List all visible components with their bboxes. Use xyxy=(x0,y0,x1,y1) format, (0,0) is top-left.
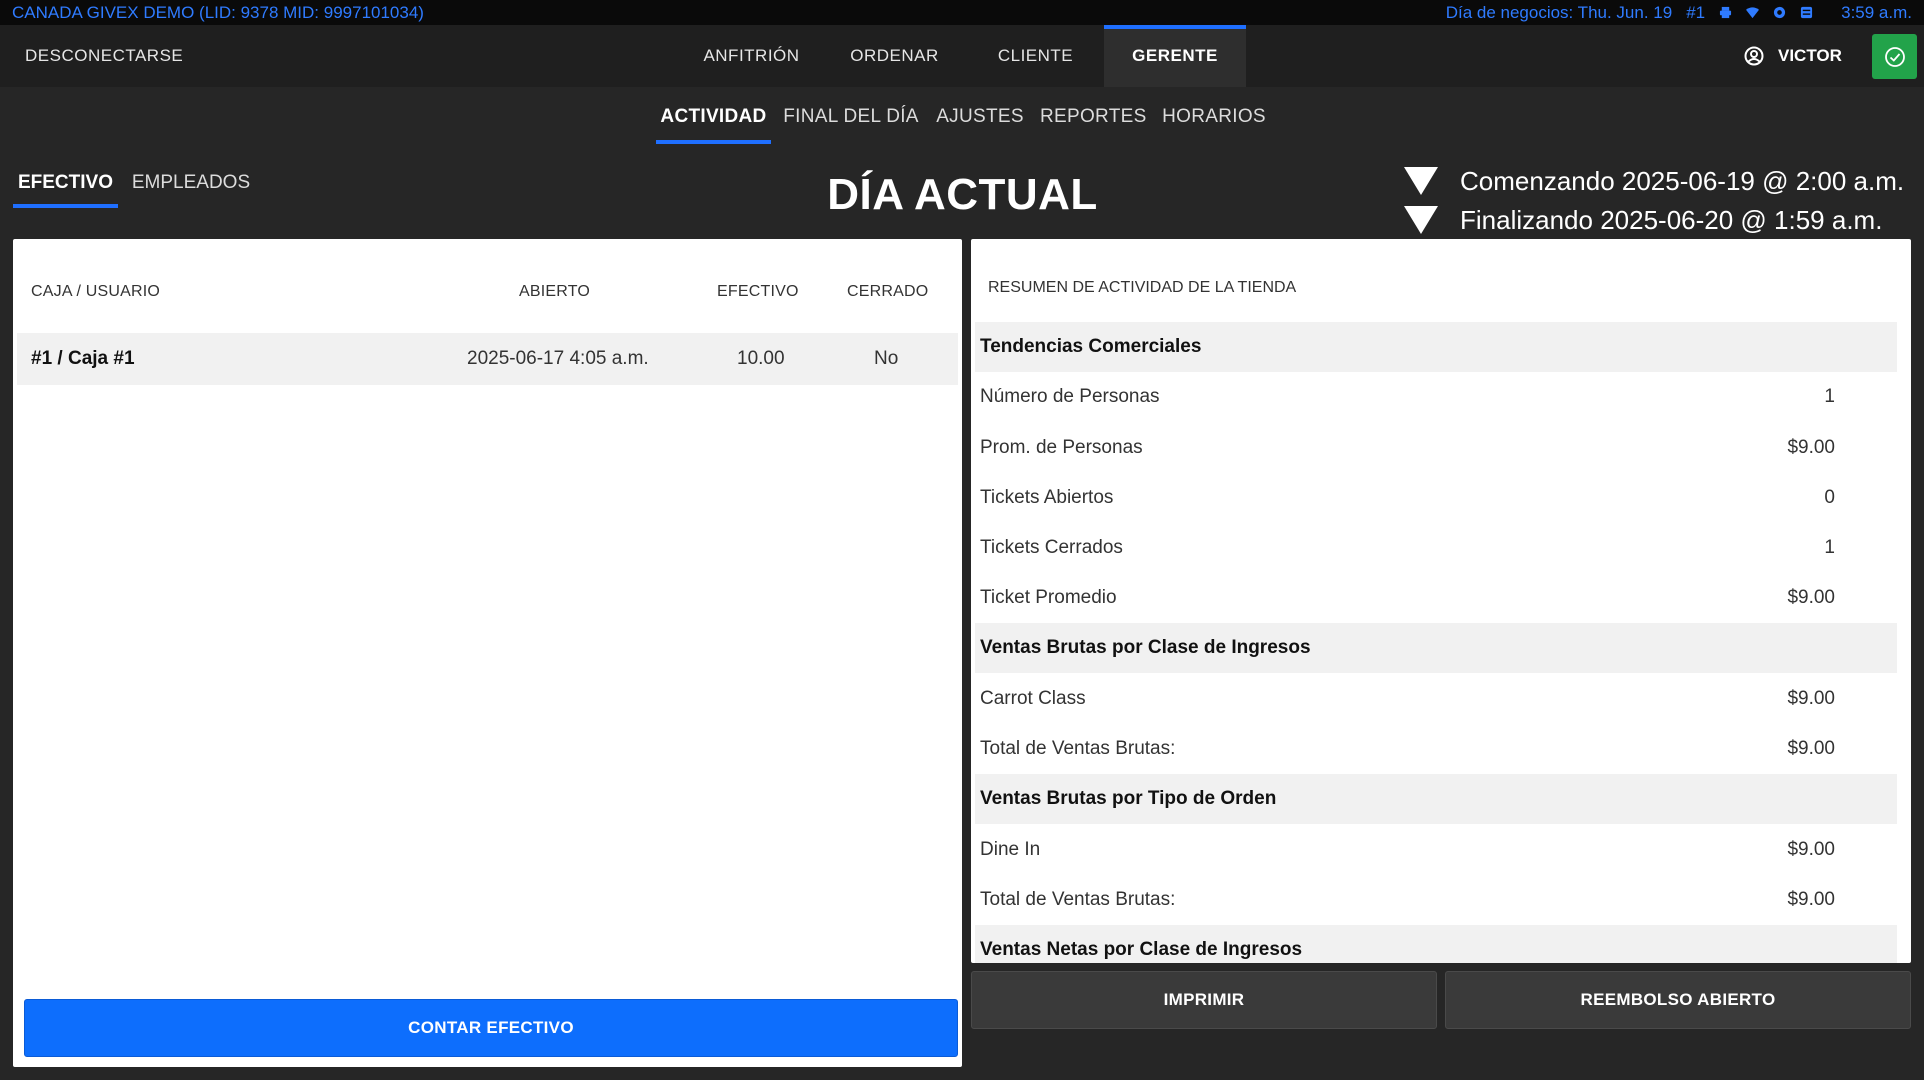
tab-host[interactable]: ANFITRIÓN xyxy=(683,25,820,87)
tab-activity[interactable]: ACTIVIDAD xyxy=(656,104,771,144)
count-cash-button[interactable]: CONTAR EFECTIVO xyxy=(24,999,958,1057)
summary-label: Prom. de Personas xyxy=(980,437,1143,458)
user-icon xyxy=(1744,46,1764,66)
table-row[interactable]: #1 / Caja #1 2025-06-17 4:05 a.m. 10.00 … xyxy=(17,333,958,385)
summary-section: Tendencias Comerciales xyxy=(975,322,1897,372)
tab-customer[interactable]: CLIENTE xyxy=(968,25,1103,87)
summary-label: Ventas Netas por Clase de Ingresos xyxy=(980,939,1303,960)
store-info: CANADA GIVEX DEMO (LID: 9378 MID: 999710… xyxy=(12,2,424,22)
col-header-closed: CERRADO xyxy=(847,283,929,300)
summary-label: Total de Ventas Brutas: xyxy=(980,738,1176,759)
summary-value: 1 xyxy=(1824,386,1835,407)
store-summary-panel[interactable]: RESUMEN DE ACTIVIDAD DE LA TIENDA Tenden… xyxy=(971,239,1911,963)
summary-label: Tickets Abiertos xyxy=(980,487,1114,508)
user-name: VICTOR xyxy=(1778,46,1842,65)
summary-section: Ventas Brutas por Clase de Ingresos xyxy=(975,623,1897,673)
tab-schedules[interactable]: HORARIOS xyxy=(1159,104,1269,144)
summary-label: Número de Personas xyxy=(980,386,1160,407)
end-date-row[interactable]: Finalizando 2025-06-20 @ 1:59 a.m. xyxy=(1404,203,1882,237)
summary-row: Prom. de Personas $9.00 xyxy=(975,423,1897,473)
clock: 3:59 a.m. xyxy=(1841,2,1912,22)
summary-value: $9.00 xyxy=(1787,587,1835,608)
summary-value: $9.00 xyxy=(1787,889,1835,910)
summary-section: Ventas Brutas por Tipo de Orden xyxy=(975,774,1897,824)
cash-cell: 10.00 xyxy=(737,348,785,369)
summary-label: Tickets Cerrados xyxy=(980,537,1123,558)
summary-row: Carrot Class $9.00 xyxy=(975,674,1897,724)
summary-label: Total de Ventas Brutas: xyxy=(980,889,1176,910)
ok-button[interactable] xyxy=(1872,34,1917,79)
col-header-register: CAJA / USUARIO xyxy=(31,283,161,300)
register-cell: #1 / Caja #1 xyxy=(31,348,135,369)
summary-label: Ticket Promedio xyxy=(980,587,1117,608)
summary-section: Ventas Netas por Clase de Ingresos xyxy=(975,925,1897,963)
col-header-opened: ABIERTO xyxy=(519,283,591,300)
opened-cell: 2025-06-17 4:05 a.m. xyxy=(467,348,649,369)
summary-label: Dine In xyxy=(980,839,1041,860)
wifi-icon xyxy=(1746,7,1760,19)
location-icon xyxy=(1774,6,1786,19)
summary-label: Ventas Brutas por Clase de Ingresos xyxy=(980,637,1311,658)
user-menu[interactable]: VICTOR xyxy=(1744,25,1842,87)
closed-cell: No xyxy=(874,348,899,369)
tab-settings[interactable]: AJUSTES xyxy=(934,104,1026,144)
print-button[interactable]: IMPRIMIR xyxy=(971,971,1437,1029)
tab-end-of-day[interactable]: FINAL DEL DÍA xyxy=(781,104,921,144)
summary-value: $9.00 xyxy=(1787,688,1835,709)
station-number: #1 xyxy=(1686,2,1706,22)
col-header-cash: EFECTIVO xyxy=(717,283,799,300)
start-date-row[interactable]: Comenzando 2025-06-19 @ 2:00 a.m. xyxy=(1404,164,1904,198)
start-date: Comenzando 2025-06-19 @ 2:00 a.m. xyxy=(1460,165,1905,196)
page-title: DÍA ACTUAL xyxy=(827,170,1098,219)
printer-icon xyxy=(1720,6,1732,19)
summary-value: $9.00 xyxy=(1787,839,1835,860)
summary-row: Ticket Promedio $9.00 xyxy=(975,573,1897,623)
summary-value: $9.00 xyxy=(1787,437,1835,458)
end-date: Finalizando 2025-06-20 @ 1:59 a.m. xyxy=(1460,204,1883,235)
business-day: Día de negocios: Thu. Jun. 19 xyxy=(1445,2,1673,22)
chevron-down-icon xyxy=(1404,167,1438,195)
tab-reports[interactable]: REPORTES xyxy=(1040,104,1146,144)
chevron-down-icon xyxy=(1404,206,1438,234)
status-bar: CANADA GIVEX DEMO (LID: 9378 MID: 999710… xyxy=(0,0,1924,25)
summary-title: RESUMEN DE ACTIVIDAD DE LA TIENDA xyxy=(988,279,1297,296)
summary-label: Carrot Class xyxy=(980,688,1086,709)
summary-row: Tickets Abiertos 0 xyxy=(975,473,1897,523)
status-right: Día de negocios: Thu. Jun. 19 #1 3:59 a.… xyxy=(1446,3,1912,23)
top-nav: DESCONECTARSE ANFITRIÓN ORDENAR CLIENTE … xyxy=(0,25,1924,87)
summary-value: $9.00 xyxy=(1787,738,1835,759)
database-icon xyxy=(1801,6,1813,19)
summary-label: Tendencias Comerciales xyxy=(980,336,1202,357)
tab-employees[interactable]: EMPLEADOS xyxy=(129,170,253,208)
check-circle-icon xyxy=(1884,46,1905,67)
cash-panel: CAJA / USUARIO ABIERTO EFECTIVO CERRADO … xyxy=(13,239,962,1067)
summary-label: Ventas Brutas por Tipo de Orden xyxy=(980,788,1277,809)
summary-row: Tickets Cerrados 1 xyxy=(975,523,1897,573)
summary-row: Total de Ventas Brutas: $9.00 xyxy=(975,724,1897,774)
summary-row: Dine In $9.00 xyxy=(975,825,1897,875)
summary-value: 0 xyxy=(1824,487,1835,508)
summary-row: Número de Personas 1 xyxy=(975,372,1897,422)
open-refund-button[interactable]: REEMBOLSO ABIERTO xyxy=(1445,971,1911,1029)
tab-cash[interactable]: EFECTIVO xyxy=(13,170,118,208)
tab-order[interactable]: ORDENAR xyxy=(827,25,962,87)
logout-button[interactable]: DESCONECTARSE xyxy=(25,25,183,87)
summary-value: 1 xyxy=(1824,537,1835,558)
summary-row: Total de Ventas Brutas: $9.00 xyxy=(975,875,1897,925)
tab-manager[interactable]: GERENTE xyxy=(1104,25,1246,87)
